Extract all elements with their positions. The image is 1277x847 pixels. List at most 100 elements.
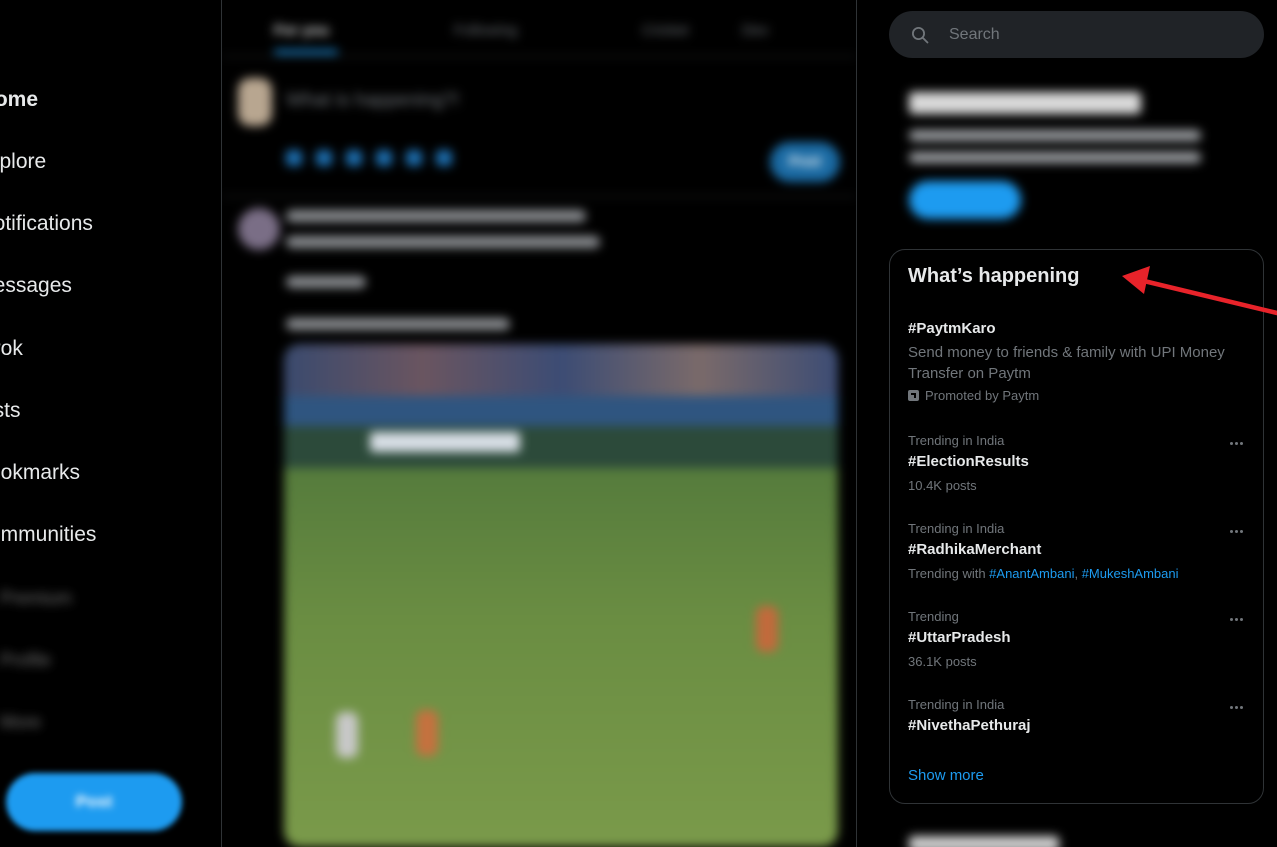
nav-label-notifications: lotifications <box>0 212 93 235</box>
trend-name: #ElectionResults <box>908 453 1029 470</box>
tabs-border <box>222 56 856 57</box>
nav-label-explore: xplore <box>0 150 47 173</box>
post-text-line <box>286 276 366 288</box>
nav-item-grok[interactable]: irok <box>0 329 215 369</box>
nav-label-messages: lessages <box>0 274 72 297</box>
right-divider <box>856 0 857 847</box>
trend-context: Trending in India <box>908 433 1005 448</box>
gif-icon[interactable] <box>316 150 332 166</box>
trend-item[interactable]: Trending in India #RadhikaMerchant Trend… <box>890 516 1263 582</box>
who-to-follow-panel <box>889 822 1264 847</box>
trend-post-count: 10.4K posts <box>908 478 977 493</box>
trend-context: Trending <box>908 609 959 624</box>
media-player <box>336 712 358 758</box>
tab-cricket[interactable]: Cricket <box>642 22 689 39</box>
nav-item-explore[interactable]: xplore <box>0 142 215 182</box>
search-input[interactable] <box>949 25 1249 44</box>
whats-happening-title: What’s happening <box>908 265 1080 287</box>
nav-item-communities[interactable]: ommunities <box>0 515 215 555</box>
trend-post-count: 36.1K posts <box>908 654 977 669</box>
more-options-icon[interactable] <box>1225 524 1247 538</box>
post-avatar[interactable] <box>238 208 280 250</box>
premium-body-line <box>909 152 1201 163</box>
composer-separator <box>222 196 856 197</box>
post-header <box>286 210 586 222</box>
show-more-link[interactable]: Show more <box>908 767 984 784</box>
nav-item-more[interactable]: More <box>0 702 215 742</box>
nav-label-grok: irok <box>0 337 23 360</box>
nav-item-notifications[interactable]: lotifications <box>0 204 215 244</box>
subscribe-button[interactable] <box>909 181 1021 219</box>
active-tab-indicator <box>274 50 338 54</box>
tab-following[interactable]: Following <box>454 22 517 39</box>
more-options-icon[interactable] <box>1225 700 1247 714</box>
media-field <box>284 468 838 847</box>
nav-label-communities: ommunities <box>0 523 97 546</box>
nav-item-bookmarks[interactable]: ookmarks <box>0 453 215 493</box>
trend-description: Send money to friends & family with UPI … <box>908 344 1225 382</box>
media-boards <box>284 426 838 468</box>
timeline: For you Following Cricket Dev What is ha… <box>222 0 856 847</box>
trend-name: #NivethaPethuraj <box>908 717 1031 734</box>
promoted-icon <box>908 390 919 401</box>
grok-icon[interactable] <box>346 150 362 166</box>
emoji-icon[interactable] <box>406 150 422 166</box>
premium-promo <box>889 78 1264 233</box>
promoted-label: Promoted by Paytm <box>908 388 1039 403</box>
who-to-follow-title <box>909 836 1059 847</box>
trend-item[interactable]: Trending in India #NivethaPethuraj <box>890 692 1263 742</box>
composer-post-button[interactable]: Post <box>770 142 840 182</box>
trend-item[interactable]: Trending in India #ElectionResults 10.4K… <box>890 428 1263 494</box>
composer-input[interactable]: What is happening?! <box>286 90 459 112</box>
nav-label-bookmarks: ookmarks <box>0 461 81 484</box>
nav-label-premium: Premium <box>0 587 73 608</box>
timeline-blur-layer: For you Following Cricket Dev What is ha… <box>222 0 856 847</box>
trend-name: #RadhikaMerchant <box>908 541 1042 558</box>
schedule-icon[interactable] <box>436 150 452 166</box>
post-text-line <box>286 236 600 248</box>
nav-label-more: More <box>0 711 42 732</box>
composer-post-label: Post <box>788 153 822 170</box>
media-ad-text <box>370 432 520 452</box>
media-player <box>416 710 438 756</box>
composer-avatar[interactable] <box>238 78 272 126</box>
nav-item-premium[interactable]: Premium <box>0 578 215 618</box>
trend-context: Trending in India <box>908 521 1005 536</box>
premium-body-line <box>909 130 1201 141</box>
nav-item-home[interactable]: lome <box>0 80 215 120</box>
media-icon[interactable] <box>286 150 302 166</box>
trend-name: #PaytmKaro <box>908 320 996 337</box>
search-bar[interactable] <box>889 11 1264 58</box>
trending-with-link-mukeshambani[interactable]: #MukeshAmbani <box>1082 566 1179 581</box>
nav-item-messages[interactable]: lessages <box>0 266 215 306</box>
promoted-trend[interactable]: #PaytmKaro Send money to friends & famil… <box>890 316 1263 416</box>
post-button-label: Post <box>75 792 113 811</box>
nav-label-home: lome <box>0 88 39 111</box>
post-media-image[interactable] <box>284 344 838 847</box>
nav-label-profile: Profile <box>0 649 52 670</box>
trend-name: #UttarPradesh <box>908 629 1011 646</box>
left-navigation: lome xplore lotifications lessages irok … <box>0 0 220 847</box>
promoted-by-text: Promoted by Paytm <box>925 388 1040 403</box>
premium-title <box>909 92 1141 114</box>
nav-item-profile[interactable]: Profile <box>0 640 215 680</box>
trending-with: Trending with #AnantAmbani, #MukeshAmban… <box>908 566 1179 581</box>
nav-item-lists[interactable]: ists <box>0 391 215 431</box>
post-button[interactable]: Post <box>6 773 182 831</box>
trending-with-prefix: Trending with <box>908 566 990 581</box>
search-icon <box>911 26 929 44</box>
trending-with-link-anantambani[interactable]: #AnantAmbani <box>989 566 1074 581</box>
tab-for-you[interactable]: For you <box>274 22 329 39</box>
media-player <box>756 606 778 652</box>
tab-dev[interactable]: Dev <box>742 22 769 39</box>
post-text-line <box>286 318 510 330</box>
more-options-icon[interactable] <box>1225 436 1247 450</box>
trend-item[interactable]: Trending #UttarPradesh 36.1K posts <box>890 604 1263 670</box>
media-crowd <box>284 344 838 396</box>
nav-label-lists: ists <box>0 399 21 422</box>
trend-context: Trending in India <box>908 697 1005 712</box>
more-options-icon[interactable] <box>1225 612 1247 626</box>
composer-toolbar <box>286 150 452 166</box>
poll-icon[interactable] <box>376 150 392 166</box>
whats-happening-panel: What’s happening #PaytmKaro Send money t… <box>889 249 1264 804</box>
